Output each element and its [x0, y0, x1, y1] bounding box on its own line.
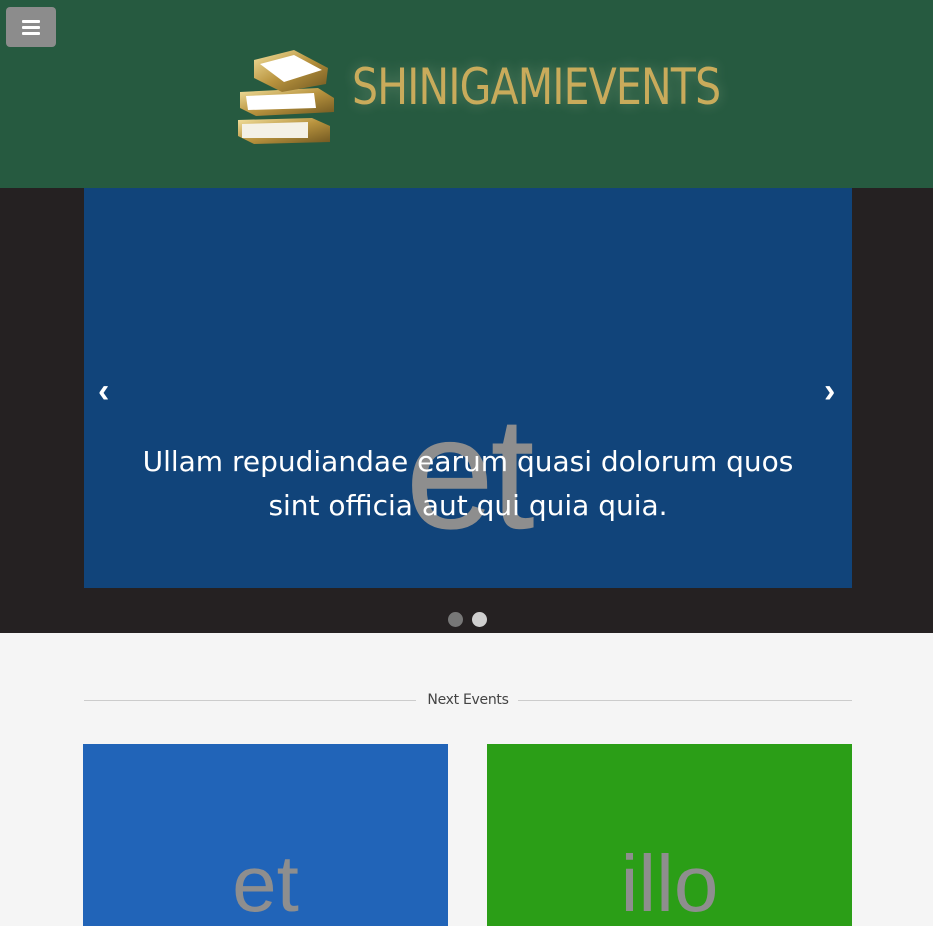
stacked-books-icon: [238, 50, 334, 144]
carousel-prev-button[interactable]: ‹: [98, 374, 109, 408]
carousel-indicators: [448, 612, 487, 627]
event-card[interactable]: et: [83, 744, 448, 926]
site-logo[interactable]: SHINIGAMIEVENTS: [234, 46, 721, 146]
event-card[interactable]: illo: [487, 744, 852, 926]
menu-toggle-button[interactable]: [6, 7, 56, 47]
carousel-next-button[interactable]: ›: [824, 374, 835, 408]
carousel-slide[interactable]: et Ullam repudiandae earum quasi dolorum…: [84, 188, 852, 588]
site-header: SHINIGAMIEVENTS: [0, 0, 933, 188]
event-image-placeholder-text: et: [232, 839, 299, 926]
hero-carousel: et Ullam repudiandae earum quasi dolorum…: [0, 188, 933, 633]
hamburger-menu-icon: [22, 19, 40, 35]
divider-line: [518, 700, 852, 701]
slide-caption: Ullam repudiandae earum quasi dolorum qu…: [142, 445, 794, 522]
event-image-placeholder-text: illo: [620, 839, 719, 926]
logo-text: SHINIGAMIEVENTS: [352, 58, 721, 116]
carousel-indicator-2[interactable]: [472, 612, 487, 627]
carousel-indicator-1[interactable]: [448, 612, 463, 627]
section-heading: Next Events: [84, 690, 852, 712]
